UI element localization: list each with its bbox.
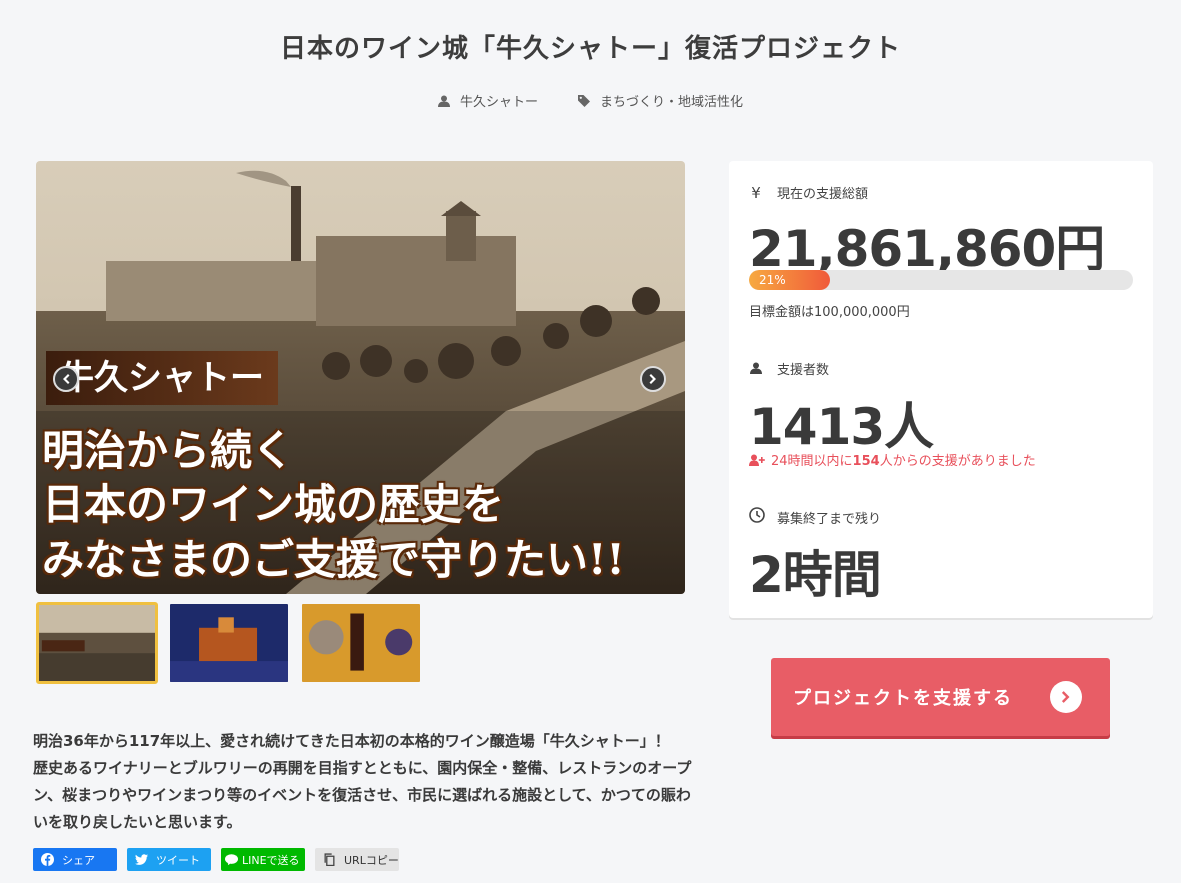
thumbnail-1[interactable]	[36, 602, 158, 684]
owner-name: 牛久シャトー	[459, 95, 538, 110]
category-name: まちづくり・地域活性化	[600, 95, 744, 110]
support-button-label: プロジェクトを支援する	[793, 688, 1013, 709]
copy-icon	[324, 853, 335, 866]
progress-fill: 21%	[749, 270, 830, 290]
owner-link[interactable]: 牛久シャトー	[437, 91, 538, 110]
clock-icon	[749, 507, 765, 527]
next-slide-button[interactable]	[640, 366, 666, 392]
user-icon	[437, 95, 450, 107]
tag-icon	[578, 94, 590, 107]
project-meta: 牛久シャトー まちづくり・地域活性化	[0, 91, 1181, 110]
amount-heading: ¥ 現在の支援総額	[749, 183, 868, 203]
facebook-share-button[interactable]: シェア	[33, 848, 117, 871]
supporters-heading: 支援者数	[749, 359, 829, 378]
hero-line-3: みなさまのご支援で守りたい!!	[42, 535, 625, 584]
goal-amount: 目標金額は100,000,000円	[749, 305, 910, 320]
support-project-button[interactable]: プロジェクトを支援する	[771, 658, 1110, 736]
page-title: 日本のワイン城「牛久シャトー」復活プロジェクト	[279, 34, 901, 64]
hero-line-1: 明治から続く	[42, 426, 295, 475]
hero-line-2: 日本のワイン城の歴史を	[42, 480, 505, 529]
facebook-icon	[41, 853, 54, 866]
user-icon	[749, 360, 763, 378]
remaining-heading: 募集終了まで残り	[749, 507, 881, 527]
hero-slideshow[interactable]: 牛久シャトー 明治から続く 日本のワイン城の歴史を みなさまのご支援で守りたい!…	[36, 161, 685, 594]
hero-label: 牛久シャトー	[46, 351, 278, 405]
chevron-left-icon	[63, 374, 70, 384]
thumbnail-3[interactable]	[300, 602, 422, 684]
chevron-right-icon	[649, 374, 656, 384]
users-plus-icon	[749, 454, 765, 466]
yen-icon: ¥	[751, 183, 761, 202]
prev-slide-button[interactable]	[53, 366, 79, 392]
twitter-share-button[interactable]: ツイート	[127, 848, 211, 871]
thumbnail-image	[170, 604, 288, 682]
supporters-value: 1413人	[749, 398, 934, 456]
thumbnail-image	[302, 604, 420, 682]
chevron-right-icon	[1050, 681, 1082, 713]
funding-stats-card: ¥ 現在の支援総額 21,861,860円 21% 目標金額は100,000,0…	[729, 161, 1153, 618]
category-link[interactable]: まちづくり・地域活性化	[578, 91, 743, 110]
line-share-button[interactable]: LINEで送る	[221, 848, 305, 871]
twitter-icon	[135, 854, 148, 865]
recent-supporters: 24時間以内に154人からの支援がありました	[749, 450, 1036, 469]
copy-url-button[interactable]: URLコピー	[315, 848, 399, 871]
thumbnail-image	[39, 605, 155, 681]
remaining-value: 2時間	[749, 546, 882, 604]
project-description: 明治36年から117年以上、愛され続けてきた日本初の本格的ワイン醸造場「牛久シャ…	[33, 732, 692, 831]
line-icon	[225, 854, 238, 866]
thumbnail-2[interactable]	[168, 602, 290, 684]
progress-bar: 21%	[749, 270, 1133, 290]
